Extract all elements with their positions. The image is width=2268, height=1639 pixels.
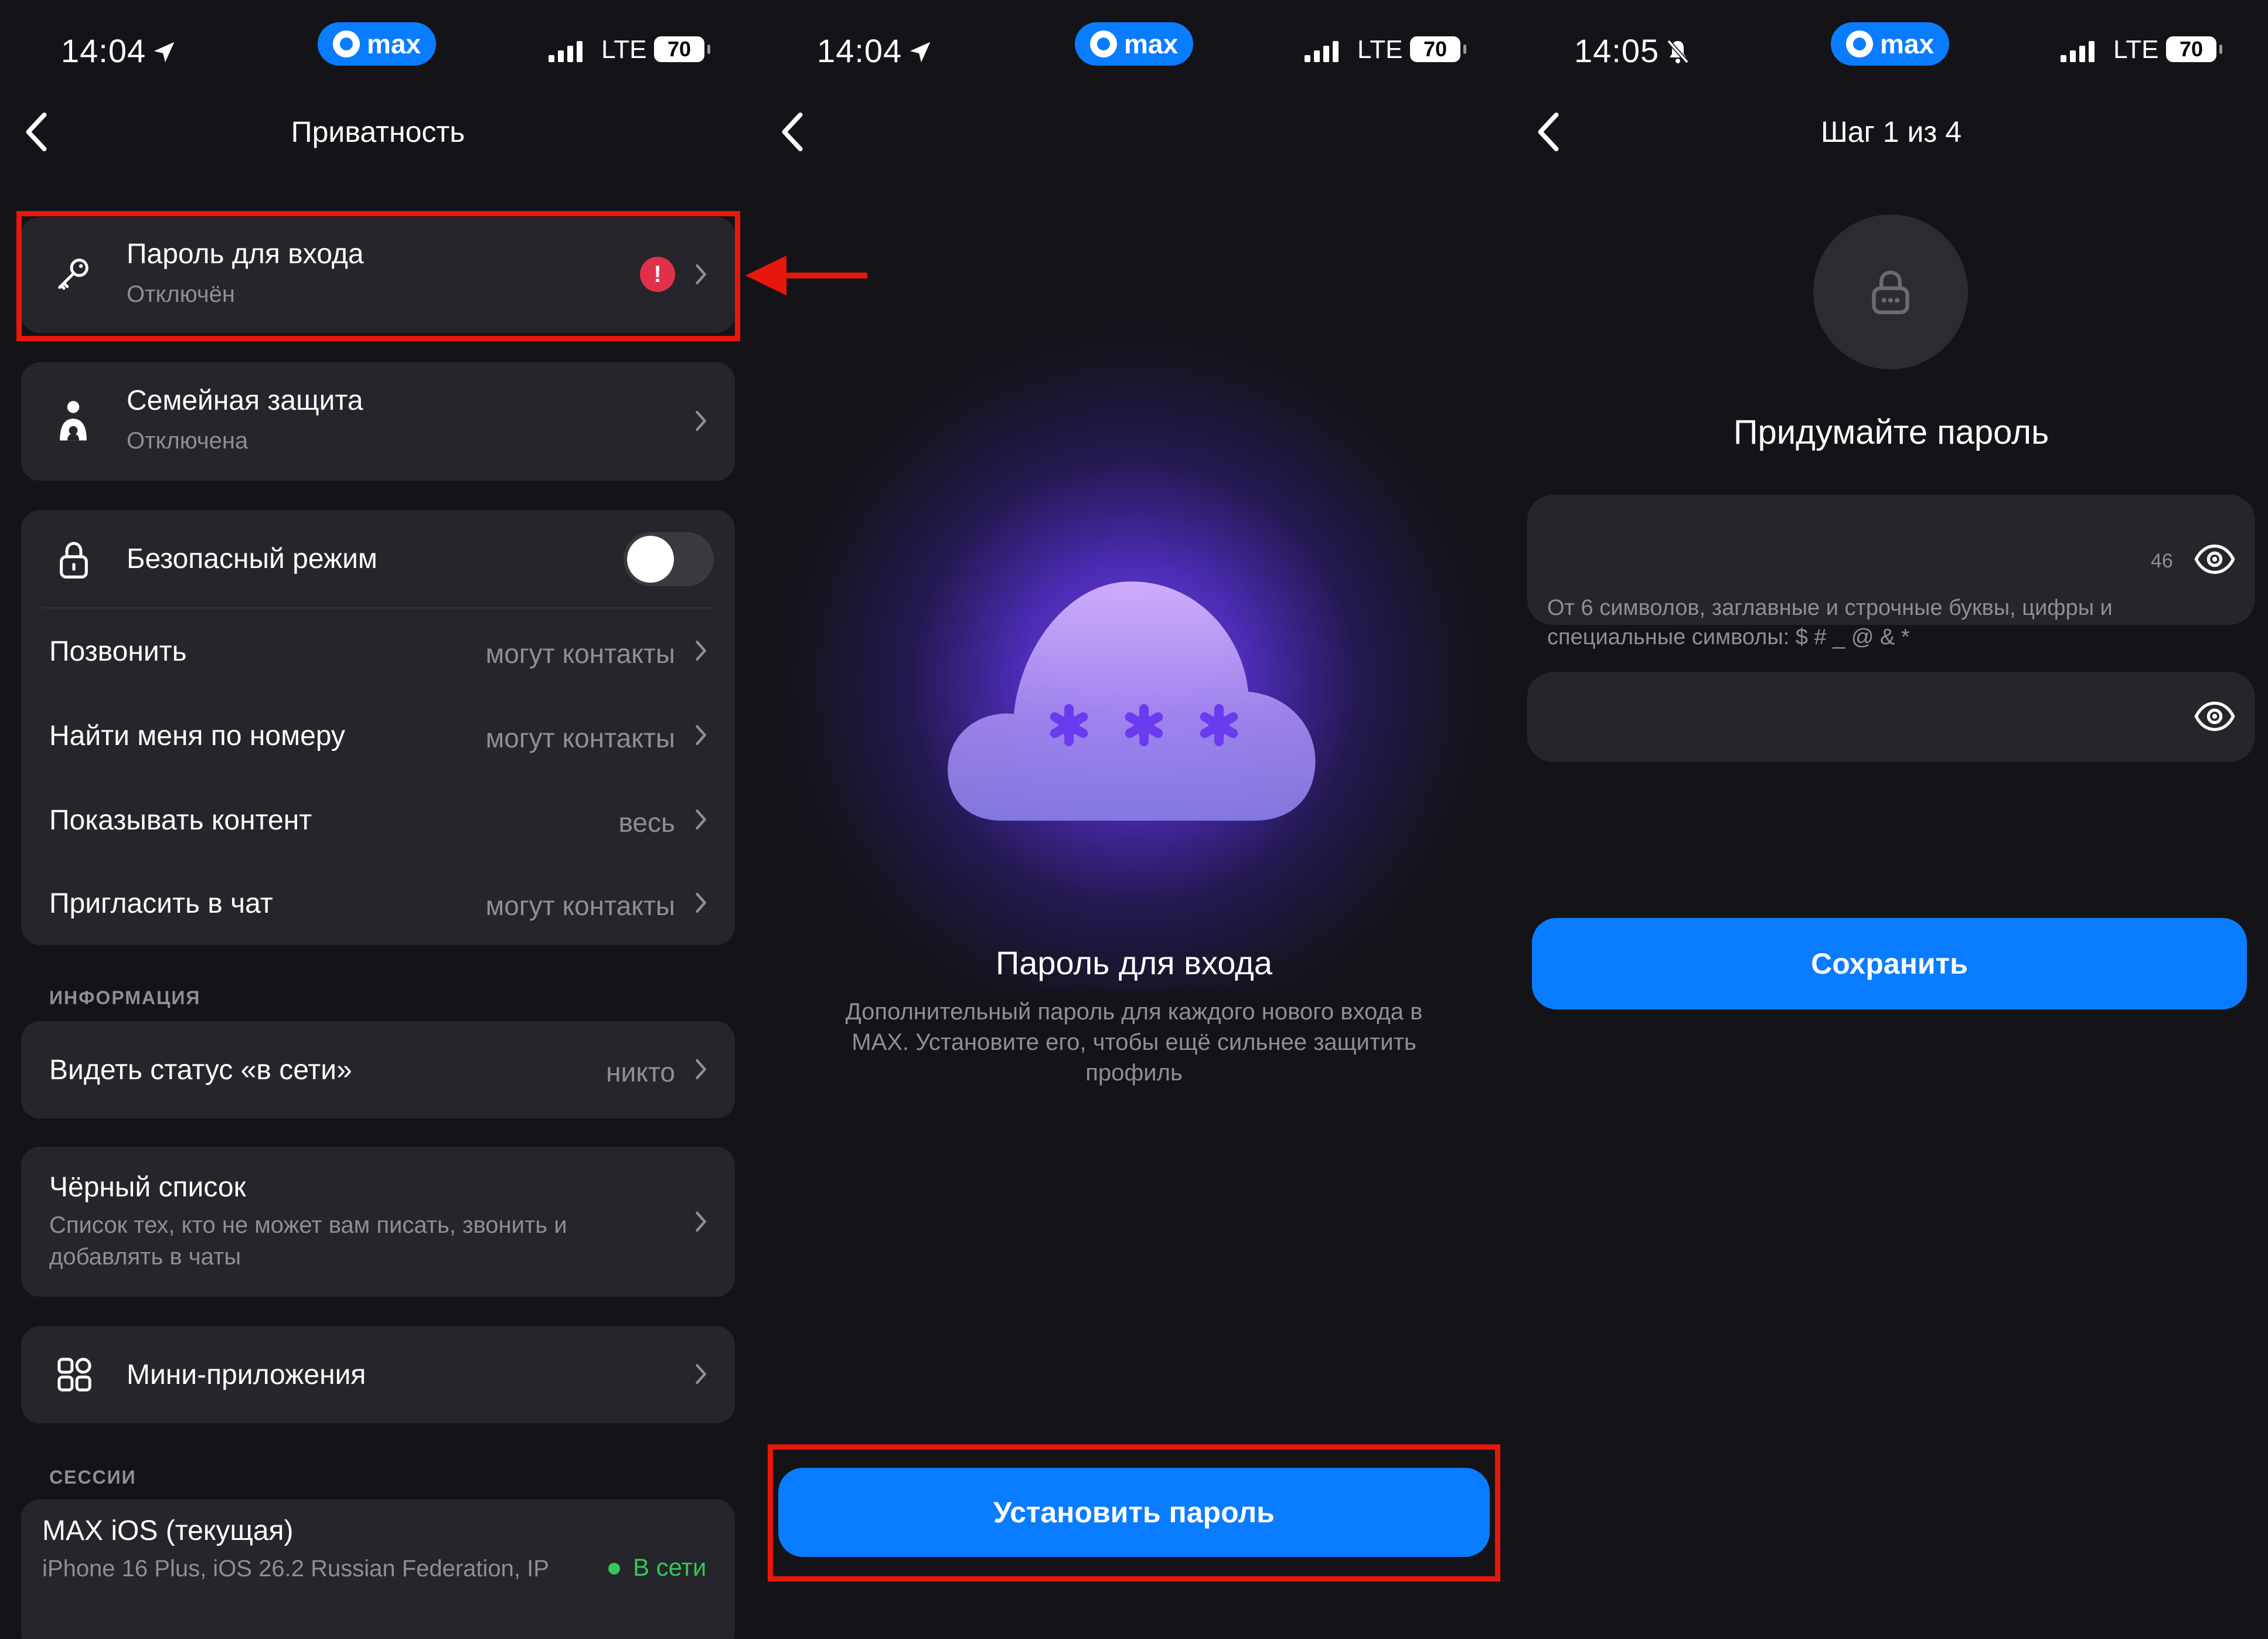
chevron-right-icon [696,1059,706,1080]
lock-dots-icon [1872,270,1909,314]
session-name: MAX iOS (текущая) [42,1515,294,1546]
safe-mode-toggle[interactable] [624,532,714,586]
toggle-knob [627,536,674,583]
family-protection-status: Отключена [127,428,248,454]
session-row[interactable]: MAX iOS (текущая) iPhone 16 Plus, iOS 26… [21,1499,735,1639]
online-status-label: Видеть статус «в сети» [49,1055,352,1086]
max-pill[interactable]: max [1075,22,1193,66]
online-status-value: никто [606,1057,675,1087]
max-logo-icon [1845,30,1873,57]
pointer-arrow-icon [745,256,867,295]
row-label: Показывать контент [49,805,312,836]
signal-icon [2061,39,2095,62]
chevron-right-icon [696,640,706,661]
mini-apps-label: Мини-приложения [127,1359,366,1390]
network-type: LTE [2113,35,2159,64]
eye-icon[interactable] [2193,542,2236,577]
section-header-info: ИНФОРМАЦИЯ [49,987,201,1008]
location-arrow-icon [154,42,175,63]
blacklist-desc-2: добавлять в чаты [49,1244,241,1270]
row-value: могут контакты [485,638,675,669]
network-type: LTE [1357,35,1403,64]
char-counter: 46 [2151,550,2173,572]
intro-title: Пароль для входа [996,944,1272,981]
create-password-heading: Придумайте пароль [1733,413,2049,451]
battery-icon: 70 [654,36,710,62]
cloud-password-icon [948,582,1316,821]
row-label: Пригласить в чат [49,888,273,919]
privacy-settings-group: Безопасный режим Позвонить могут контакт… [21,510,735,945]
chevron-right-icon [696,809,706,830]
hint-line: специальные символы: $ # _ @ & * [1547,625,1910,650]
max-logo-icon [1089,30,1117,57]
lock-icon [60,542,88,579]
max-pill[interactable]: max [318,22,436,66]
chevron-right-icon [696,1363,706,1385]
find-by-number-row[interactable]: Найти меня по номеру могут контакты [21,693,735,777]
online-status-row[interactable]: Видеть статус «в сети» никто [21,1021,735,1118]
password-requirements-hint: От 6 символов, заглавные и строчные букв… [1547,593,2239,652]
family-protection-label: Семейная защита [127,385,363,416]
blacklist-row[interactable]: Чёрный список Список тех, кто не может в… [21,1147,735,1297]
row-label: Найти меня по номеру [49,720,345,752]
signal-icon [549,39,583,62]
family-protection-row[interactable]: Семейная защита Отключена [21,362,735,481]
row-label: Позвонить [49,636,187,667]
confirm-password-input[interactable] [1527,672,2255,762]
max-logo-icon [332,30,360,57]
intro-desc-line: профиль [1085,1060,1183,1086]
status-time: 14:04 [61,32,178,70]
family-icon [60,401,87,441]
chevron-right-icon [696,892,706,913]
chevron-right-icon [696,725,706,746]
eye-icon[interactable] [2193,699,2236,734]
intro-description: Дополнительный пароль для каждого нового… [803,997,1465,1088]
call-permission-row[interactable]: Позвонить могут контакты [21,608,735,693]
online-dot-icon [608,1563,620,1575]
location-arrow-icon [910,42,931,63]
session-device: iPhone 16 Plus, iOS 26.2 Russian Federat… [42,1556,549,1582]
highlight-frame [16,211,740,341]
section-header-sessions: СЕССИИ [49,1467,137,1488]
back-chevron-icon[interactable] [779,111,805,152]
save-button[interactable]: Сохранить [1532,918,2247,1009]
safe-mode-label: Безопасный режим [127,543,377,574]
password-lock-avatar [1813,215,1968,369]
show-content-row[interactable]: Показывать контент весь [21,777,735,862]
mini-apps-row[interactable]: Мини-приложения [21,1326,735,1423]
signal-icon [1305,39,1339,62]
bell-muted-icon [1667,39,1689,64]
status-time: 14:05 [1574,32,1692,70]
session-status: В сети [633,1553,707,1581]
network-type: LTE [601,35,647,64]
apps-grid-icon [57,1358,91,1392]
intro-desc-line: Дополнительный пароль для каждого нового… [845,999,1423,1025]
highlight-frame [768,1444,1500,1582]
page-title: Приватность [291,115,465,148]
intro-desc-line: MAX. Установите его, чтобы ещё сильнее з… [852,1029,1416,1055]
blacklist-desc-1: Список тех, кто не может вам писать, зво… [49,1212,567,1238]
invite-to-chat-row[interactable]: Пригласить в чат могут контакты [21,861,735,945]
hint-line: От 6 символов, заглавные и строчные букв… [1547,596,2113,620]
step-indicator: Шаг 1 из 4 [1820,115,1961,148]
max-pill[interactable]: max [1831,22,1949,66]
row-value: могут контакты [485,890,675,921]
safe-mode-row: Безопасный режим [21,510,735,607]
row-value: весь [618,807,675,838]
battery-icon: 70 [2166,36,2222,62]
status-time: 14:04 [817,32,934,70]
chevron-right-icon [696,1211,706,1232]
blacklist-label: Чёрный список [49,1172,246,1203]
chevron-right-icon [696,410,706,431]
battery-icon: 70 [1410,36,1466,62]
row-value: могут контакты [485,723,675,753]
